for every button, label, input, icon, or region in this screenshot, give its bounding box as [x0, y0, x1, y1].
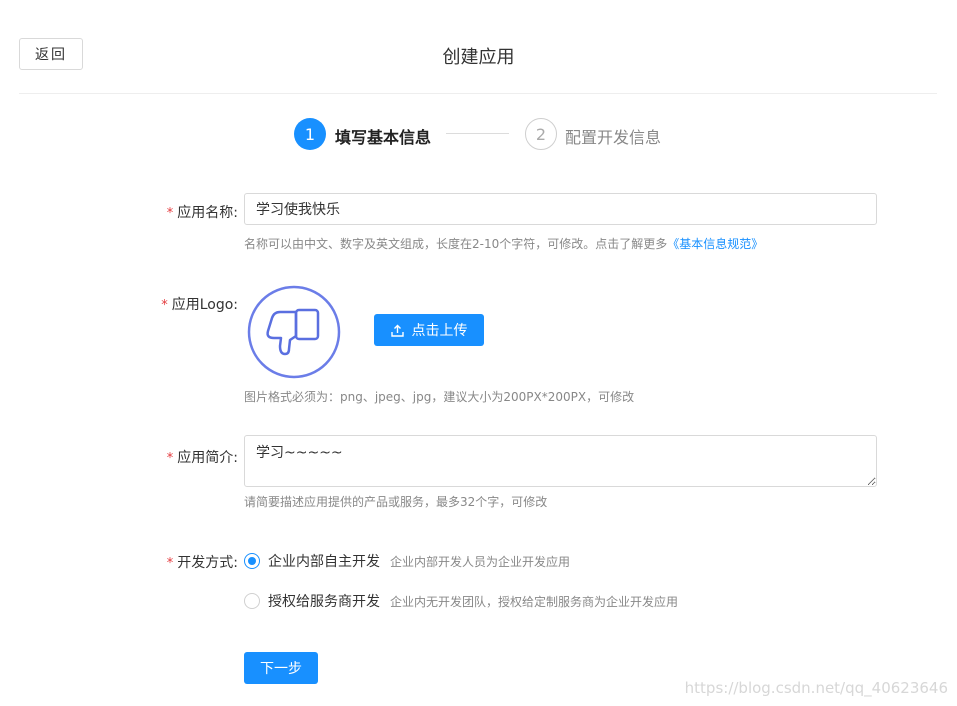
step-2-label: 配置开发信息	[565, 128, 662, 147]
basic-info-spec-link[interactable]: 《基本信息规范》	[667, 237, 763, 251]
app-name-input[interactable]	[244, 193, 877, 225]
dev-mode-option-vendor[interactable]: 授权给服务商开发 企业内无开发团队，授权给定制服务商为企业开发应用	[244, 591, 678, 611]
watermark: https://blog.csdn.net/qq_40623646	[684, 679, 948, 697]
radio-vendor[interactable]	[244, 593, 260, 609]
step-2-indicator: 2	[525, 118, 557, 150]
required-mark: *	[166, 451, 174, 466]
header-divider	[19, 93, 937, 94]
radio-internal[interactable]	[244, 553, 260, 569]
upload-button[interactable]: 点击上传	[374, 314, 484, 346]
step-1-label: 填写基本信息	[335, 128, 432, 147]
page-title: 创建应用	[442, 47, 515, 68]
dev-mode-label: * 开发方式:	[166, 555, 238, 571]
app-desc-textarea[interactable]: 学习~~~~~	[244, 435, 877, 487]
app-name-label: * 应用名称:	[166, 205, 238, 221]
upload-icon	[390, 324, 404, 337]
app-desc-hint: 请简要描述应用提供的产品或服务，最多32个字，可修改	[244, 495, 548, 509]
radio-vendor-label: 授权给服务商开发	[268, 594, 380, 610]
step-1-indicator: 1	[294, 118, 326, 150]
radio-internal-desc: 企业内部开发人员为企业开发应用	[390, 554, 571, 569]
required-mark: *	[161, 298, 168, 313]
app-desc-label: * 应用简介:	[166, 450, 238, 466]
app-name-hint: 名称可以由中文、数字及英文组成，长度在2-10个字符，可修改。点击了解更多《基本…	[244, 237, 764, 251]
dev-mode-option-internal[interactable]: 企业内部自主开发 企业内部开发人员为企业开发应用	[244, 551, 570, 571]
step-connector	[446, 133, 509, 134]
next-step-button[interactable]: 下一步	[244, 652, 318, 684]
app-logo-hint: 图片格式必须为：png、jpeg、jpg，建议大小为200PX*200PX，可修…	[244, 390, 635, 404]
radio-internal-label: 企业内部自主开发	[268, 554, 380, 570]
radio-vendor-desc: 企业内无开发团队，授权给定制服务商为企业开发应用	[390, 594, 679, 609]
app-logo-label: * 应用Logo:	[161, 297, 238, 313]
required-mark: *	[166, 556, 174, 571]
required-mark: *	[166, 206, 174, 221]
thumbs-down-icon	[247, 285, 341, 379]
